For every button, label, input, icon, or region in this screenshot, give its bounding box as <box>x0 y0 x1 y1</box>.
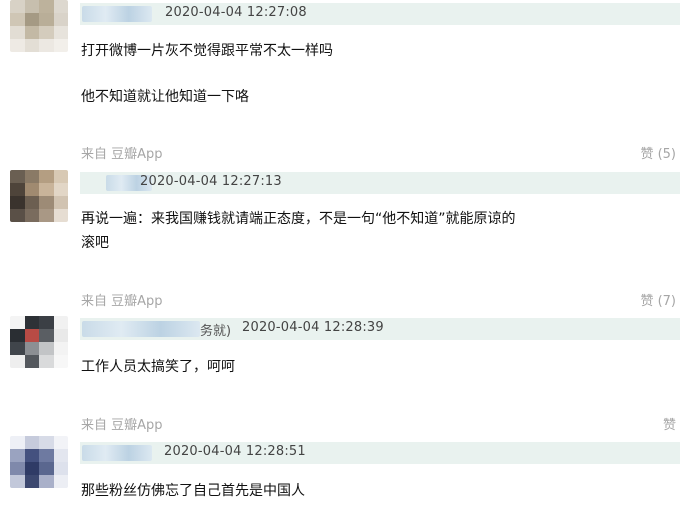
blurred-username[interactable] <box>82 321 200 337</box>
like-button[interactable]: 赞 <box>663 414 676 433</box>
source-label: 来自 豆瓣App <box>81 418 163 433</box>
comment-text: 打开微博一片灰不觉得跟平常不太一样吗 <box>81 43 333 59</box>
like-button[interactable]: 赞 (7) <box>640 290 676 309</box>
comment-text: 再说一遍：来我国赚钱就请端正态度，不是一句“他不知道”就能原谅的 <box>81 211 516 227</box>
avatar[interactable] <box>10 170 68 222</box>
comment-time: 2020-04-04 12:28:51 <box>164 444 306 459</box>
comment-text: 滚吧 <box>81 235 109 251</box>
comment-time: 2020-04-04 12:27:13 <box>140 174 282 189</box>
avatar[interactable] <box>10 0 68 52</box>
blurred-username[interactable] <box>82 445 152 461</box>
username-suffix[interactable]: 务就) <box>200 320 231 339</box>
comment-meta-bar: 2020-04-04 12:28:51 <box>80 442 680 464</box>
comment-text: 他不知道就让他知道一下咯 <box>81 89 249 105</box>
comment-meta-bar: 2020-04-04 12:27:13 <box>80 172 680 194</box>
comment-meta-bar: 2020-04-04 12:27:08 <box>80 3 680 25</box>
comment-text: 工作人员太搞笑了，呵呵 <box>81 359 235 375</box>
source-label: 来自 豆瓣App <box>81 147 163 162</box>
comment-time: 2020-04-04 12:28:39 <box>242 320 384 335</box>
source-label: 来自 豆瓣App <box>81 294 163 309</box>
comment-footer: 来自 豆瓣App 赞 (5) <box>80 143 676 163</box>
comment-footer: 来自 豆瓣App 赞 (7) <box>80 290 676 310</box>
avatar[interactable] <box>10 316 68 368</box>
comment-time: 2020-04-04 12:27:08 <box>165 5 307 20</box>
avatar[interactable] <box>10 436 68 488</box>
comment-meta-bar: 务就) 2020-04-04 12:28:39 <box>80 318 680 340</box>
like-button[interactable]: 赞 (5) <box>640 143 676 162</box>
comment-footer: 来自 豆瓣App 赞 <box>80 414 676 434</box>
comment-text: 那些粉丝仿佛忘了自己首先是中国人 <box>81 483 305 499</box>
blurred-username[interactable] <box>82 6 152 22</box>
